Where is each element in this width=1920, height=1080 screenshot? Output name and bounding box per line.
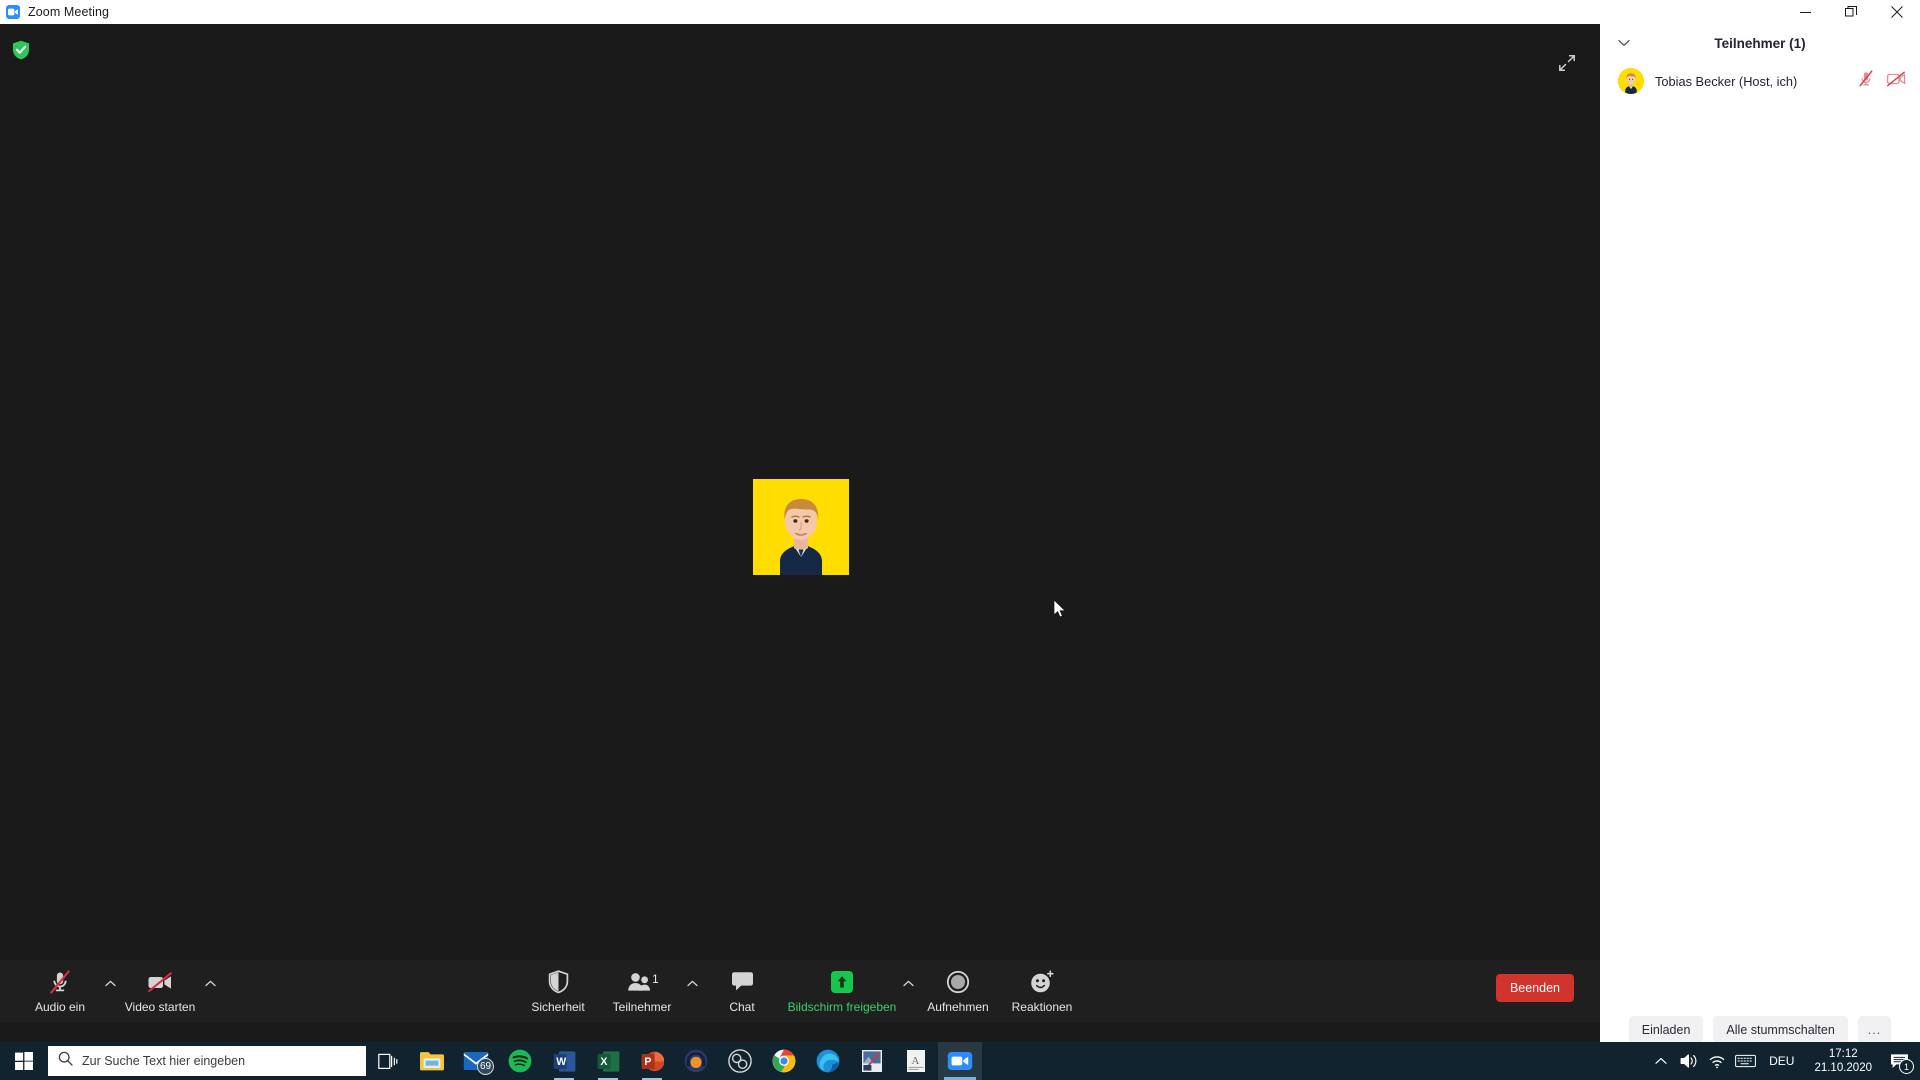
window-controls (1782, 0, 1920, 24)
search-icon (58, 1051, 73, 1071)
taskbar-app-powerpoint[interactable]: P (630, 1042, 674, 1080)
participants-button[interactable]: 1 Teilnehmer (600, 960, 684, 1022)
taskbar-app-file-explorer[interactable] (410, 1042, 454, 1080)
share-screen-button-label: Bildschirm freigeben (787, 999, 897, 1014)
muted-video-icon (1886, 71, 1906, 92)
audio-button[interactable]: Audio ein (18, 960, 102, 1022)
green-shield-check-icon[interactable] (12, 40, 30, 60)
camera-muted-icon (146, 969, 174, 995)
window-title: Zoom Meeting (28, 5, 110, 19)
taskbar-app-spotify[interactable] (498, 1042, 542, 1080)
participants-options-chevron[interactable] (684, 960, 700, 1022)
taskbar-app-zoom[interactable] (938, 1042, 982, 1080)
svg-text:A: A (911, 1055, 919, 1067)
svg-text:P: P (644, 1056, 651, 1068)
share-screen-arrow-icon (831, 969, 853, 995)
participant-avatar (1618, 68, 1644, 94)
reactions-button[interactable]: Reaktionen (1000, 960, 1084, 1022)
toolbar-left-group: Audio ein Video starten (18, 960, 218, 1022)
invite-button[interactable]: Einladen (1628, 1016, 1704, 1044)
zoom-video-icon (6, 5, 20, 19)
taskbar-app-mail[interactable]: 69 (454, 1042, 498, 1080)
task-view-icon[interactable] (366, 1042, 410, 1080)
svg-text:W: W (556, 1056, 566, 1068)
keyboard-icon[interactable] (1731, 1042, 1759, 1080)
record-circle-icon (946, 969, 970, 995)
wifi-icon[interactable] (1703, 1042, 1731, 1080)
participant-status-icons (1858, 70, 1906, 92)
record-button-label: Aufnehmen (927, 999, 989, 1014)
toolbar-center-group: Sicherheit 1 Teilnehmer Chat Bildschirm … (516, 960, 1084, 1022)
share-options-chevron[interactable] (900, 960, 916, 1022)
taskbar-app-list: 69 W X P A (410, 1042, 982, 1080)
search-input[interactable]: Zur Suche Text hier eingeben (48, 1046, 366, 1076)
participants-panel-header: Teilnehmer (1) (1600, 24, 1920, 62)
taskbar-app-audio-app[interactable] (674, 1042, 718, 1080)
participants-panel-title: Teilnehmer (1) (1714, 35, 1806, 51)
participants-panel: Teilnehmer (1) Tobias Becker (Host, ich)… (1600, 24, 1920, 1056)
notification-icon[interactable]: 1 (1882, 1042, 1916, 1080)
system-tray: DEU 17:12 21.10.2020 1 (1647, 1042, 1920, 1080)
svg-text:1: 1 (652, 972, 659, 986)
smiley-reaction-icon (1029, 969, 1055, 995)
participants-list: Tobias Becker (Host, ich) (1600, 62, 1920, 1004)
share-screen-button[interactable]: Bildschirm freigeben (784, 960, 900, 1022)
taskbar-app-edge[interactable] (806, 1042, 850, 1080)
mail-badge: 69 (477, 1058, 494, 1075)
taskbar-app-word[interactable]: W (542, 1042, 586, 1080)
reactions-button-label: Reaktionen (1011, 999, 1073, 1014)
taskbar-app-obs-studio[interactable] (718, 1042, 762, 1080)
speech-bubble-icon (730, 969, 755, 995)
microphone-muted-icon (48, 969, 72, 995)
speaker-icon[interactable] (1675, 1042, 1703, 1080)
close-button[interactable] (1874, 0, 1920, 24)
video-button[interactable]: Video starten (118, 960, 202, 1022)
participant-row[interactable]: Tobias Becker (Host, ich) (1600, 62, 1920, 100)
taskbar-app-photo-editor[interactable] (850, 1042, 894, 1080)
security-button[interactable]: Sicherheit (516, 960, 600, 1022)
toolbar-right-group: Beenden (1495, 974, 1574, 1002)
mouse-pointer (1053, 599, 1067, 619)
clock[interactable]: 17:12 21.10.2020 (1804, 1042, 1882, 1080)
windows-taskbar: Zur Suche Text hier eingeben 69 W X P A … (0, 1042, 1920, 1080)
participants-button-label: Teilnehmer (612, 999, 672, 1014)
notification-count: 1 (1899, 1059, 1914, 1074)
expand-diagonal-icon[interactable] (1554, 50, 1580, 76)
audio-button-label: Audio ein (34, 999, 86, 1014)
chat-button[interactable]: Chat (700, 960, 784, 1022)
self-avatar-photo (753, 479, 849, 575)
chevron-down-icon[interactable] (1616, 35, 1632, 51)
meeting-toolbar: Audio ein Video starten Sicherheit 1 Tei… (0, 960, 1600, 1022)
muted-microphone-icon (1858, 70, 1874, 92)
clock-time: 17:12 (1828, 1048, 1858, 1060)
language-indicator[interactable]: DEU (1759, 1054, 1804, 1068)
restore-button[interactable] (1828, 0, 1874, 24)
video-stage: Tobias Becker Audio ein (0, 24, 1600, 1056)
chat-button-label: Chat (729, 999, 755, 1014)
audio-options-chevron[interactable] (102, 960, 118, 1022)
video-button-label: Video starten (124, 999, 196, 1014)
video-options-chevron[interactable] (202, 960, 218, 1022)
svg-text:X: X (600, 1056, 607, 1068)
record-button[interactable]: Aufnehmen (916, 960, 1000, 1022)
taskbar-app-document-viewer[interactable]: A (894, 1042, 938, 1080)
more-options-button[interactable]: ... (1857, 1016, 1892, 1044)
search-placeholder: Zur Suche Text hier eingeben (82, 1054, 246, 1068)
clock-date: 21.10.2020 (1814, 1062, 1872, 1074)
chevron-up-icon[interactable] (1647, 1042, 1675, 1080)
mute-all-button[interactable]: Alle stummschalten (1713, 1016, 1848, 1044)
security-button-label: Sicherheit (531, 999, 585, 1014)
end-meeting-button[interactable]: Beenden (1495, 974, 1574, 1002)
participant-name: Tobias Becker (Host, ich) (1655, 73, 1798, 89)
windows-start-icon[interactable] (0, 1042, 48, 1080)
minimize-button[interactable] (1782, 0, 1828, 24)
zoom-meeting-window: Zoom Meeting Audio ein Video starten Sic… (0, 0, 1920, 1080)
title-bar: Zoom Meeting (0, 0, 1920, 24)
taskbar-app-excel[interactable]: X (586, 1042, 630, 1080)
shield-icon (548, 969, 569, 995)
taskbar-app-chrome[interactable] (762, 1042, 806, 1080)
people-icon: 1 (625, 969, 659, 995)
